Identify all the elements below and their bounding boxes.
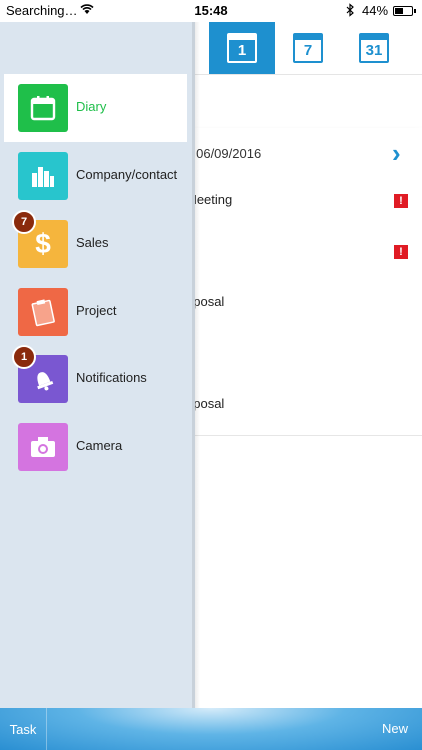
menu-item-sales[interactable]: $ 7 Sales [4, 210, 187, 278]
calendar-week-icon: 7 [293, 33, 323, 63]
menu-label: Diary [76, 99, 107, 114]
camera-icon [18, 423, 68, 471]
menu-item-diary[interactable]: Diary [4, 74, 187, 142]
priority-flag-icon: ! [394, 194, 408, 208]
tab-month-view[interactable]: 31 [341, 22, 407, 74]
status-bar: Searching… 15:48 44% [0, 0, 422, 22]
menu-item-notifications[interactable]: 1 Notifications [4, 345, 187, 413]
bluetooth-icon [346, 3, 355, 20]
menu-item-project[interactable]: Project [4, 278, 187, 346]
side-drawer: Diary Company/contact $ 7 Sales Project … [0, 22, 195, 708]
menu-label: Project [76, 303, 117, 318]
clipboard-icon [18, 288, 68, 336]
calendar-icon [18, 84, 68, 132]
priority-flag-icon: ! [394, 245, 408, 259]
calendar-month-icon: 31 [359, 33, 389, 63]
menu-item-company-contact[interactable]: Company/contact [4, 142, 187, 210]
bottom-toolbar: Task New [0, 708, 422, 750]
task-button[interactable]: Task [0, 708, 47, 750]
buildings-icon [18, 152, 68, 200]
sales-badge: 7 [12, 210, 36, 234]
battery-percent: 44% [362, 3, 389, 18]
tab-week-view[interactable]: 7 [275, 22, 341, 74]
chevron-right-icon[interactable]: › [392, 138, 401, 169]
calendar-day-icon: 1 [227, 33, 257, 63]
menu-label: Camera [76, 438, 123, 453]
menu-label: Sales [76, 235, 109, 250]
battery-icon [393, 6, 416, 16]
menu-item-camera[interactable]: Camera [4, 413, 187, 481]
notifications-badge: 1 [12, 345, 36, 369]
menu-label: Company/contact [76, 167, 178, 182]
new-button[interactable]: New [382, 721, 408, 736]
menu-label: Notifications [76, 370, 147, 385]
tab-day-view[interactable]: 1 [209, 22, 275, 74]
status-time: 15:48 [194, 3, 228, 18]
